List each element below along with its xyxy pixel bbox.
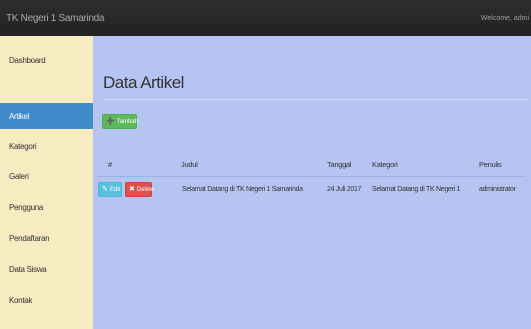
edit-button-label: Edit <box>109 186 121 193</box>
sidebar-item-label: Artikel <box>9 111 30 121</box>
sidebar-item-dashboard[interactable]: Dashboard <box>0 47 93 73</box>
column-header-number: # <box>108 160 112 169</box>
edit-icon: ✎ <box>102 186 108 193</box>
delete-button[interactable]: ✖ Delete <box>125 182 155 197</box>
sidebar: Dashboard Artikel Kategori Galeri Penggu… <box>0 36 93 329</box>
edit-button[interactable]: ✎ Edit <box>98 182 122 197</box>
sidebar-item-kategori[interactable]: Kategori <box>0 133 93 159</box>
sidebar-item-galeri[interactable]: Galeri <box>0 163 93 189</box>
sidebar-item-label: Data Siswa <box>9 264 47 274</box>
sidebar-item-label: Kontak <box>9 295 33 305</box>
trash-icon: ✖ <box>129 186 135 193</box>
welcome-text[interactable]: Welcome, admi <box>481 15 531 22</box>
delete-button-label: Delete <box>136 186 155 193</box>
sidebar-item-label: Kategori <box>9 141 37 151</box>
main-content: Data Artikel ➕ Tambah # Judul Tanggal Ka… <box>93 36 531 329</box>
add-button-label: Tambah <box>116 118 139 125</box>
sidebar-item-label: Pendaftaran <box>9 233 50 243</box>
cell-kategori: Selamat Datang di TK Negeri 1 <box>372 186 461 193</box>
sidebar-item-pendaftaran[interactable]: Pendaftaran <box>0 225 93 251</box>
plus-circle-icon: ➕ <box>106 118 115 125</box>
sidebar-item-kontak[interactable]: Kontak <box>0 287 93 313</box>
sidebar-item-artikel[interactable]: Artikel <box>0 103 93 129</box>
cell-penulis: administrator <box>479 186 516 193</box>
brand-link[interactable]: TK Negeri 1 Samarinda <box>0 13 105 24</box>
column-header-penulis: Penulis <box>479 160 502 169</box>
page-title: Data Artikel <box>103 73 184 92</box>
sidebar-item-label: Pengguna <box>9 202 44 212</box>
sidebar-item-data-siswa[interactable]: Data Siswa <box>0 256 93 282</box>
column-header-kategori: Kategori <box>372 160 398 169</box>
top-navbar: TK Negeri 1 Samarinda Welcome, admi <box>0 0 531 36</box>
cell-judul: Selamat Datang di TK Negeri 1 Samarinda <box>182 186 303 193</box>
column-header-judul: Judul <box>181 160 198 169</box>
cell-tanggal: 24 Juli 2017 <box>327 186 362 193</box>
column-header-tanggal: Tanggal <box>327 160 352 169</box>
sidebar-item-label: Galeri <box>9 171 29 181</box>
sidebar-item-label: Dashboard <box>9 55 46 65</box>
add-article-button[interactable]: ➕ Tambah <box>102 114 139 129</box>
title-divider <box>103 99 529 100</box>
table-header-divider <box>98 176 526 177</box>
sidebar-item-pengguna[interactable]: Pengguna <box>0 194 93 220</box>
